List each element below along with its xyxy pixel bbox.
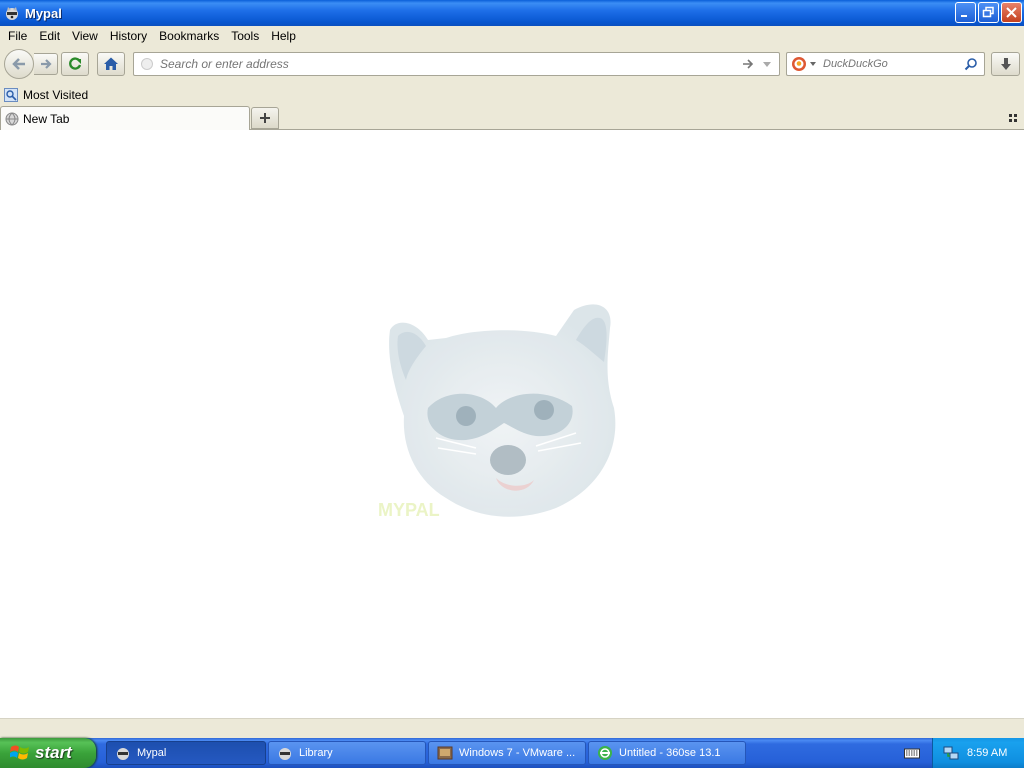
- back-arrow-icon: [12, 58, 25, 70]
- keyboard-icon[interactable]: [904, 746, 920, 760]
- network-icon[interactable]: [943, 745, 959, 761]
- tab-globe-icon: [5, 112, 19, 125]
- plus-icon: [260, 113, 270, 123]
- back-button[interactable]: [4, 49, 34, 79]
- taskbar-item-library[interactable]: Library: [268, 741, 426, 765]
- navigation-toolbar: [0, 46, 1024, 84]
- start-label: start: [35, 743, 72, 762]
- task-label: Windows 7 - VMware ...: [459, 747, 576, 759]
- forward-button[interactable]: [34, 53, 58, 75]
- bookmarks-toolbar: Most Visited: [0, 84, 1024, 105]
- task-label: Library: [299, 747, 333, 759]
- svg-text:MYPAL: MYPAL: [378, 500, 440, 520]
- taskbar-item-vmware[interactable]: Windows 7 - VMware ...: [428, 741, 586, 765]
- home-icon: [104, 57, 118, 70]
- engine-dropdown-icon[interactable]: [809, 60, 817, 68]
- window-title: Mypal: [25, 5, 62, 21]
- task-label: Untitled - 360se 13.1: [619, 747, 721, 759]
- page-identity-icon: [141, 58, 153, 70]
- address-bar[interactable]: [133, 52, 780, 76]
- menu-tools[interactable]: Tools: [227, 29, 267, 43]
- mypal-icon: [279, 748, 291, 760]
- tab-label: New Tab: [23, 111, 70, 126]
- downloads-button[interactable]: [991, 52, 1020, 76]
- dropdown-arrow-icon[interactable]: [761, 58, 773, 70]
- address-input[interactable]: [160, 57, 741, 71]
- go-arrow-icon[interactable]: [741, 57, 755, 71]
- forward-arrow-icon: [40, 59, 52, 69]
- windows-flag-icon: [10, 745, 29, 760]
- menu-bar: File Edit View History Bookmarks Tools H…: [0, 26, 1024, 46]
- mypal-raccoon-logo: MYPAL: [378, 304, 616, 520]
- minimize-icon: [961, 15, 967, 17]
- task-label: Mypal: [137, 747, 167, 759]
- menu-help[interactable]: Help: [267, 29, 304, 43]
- home-button[interactable]: [97, 52, 125, 76]
- 360se-icon: [598, 746, 612, 760]
- vmware-icon: [437, 746, 453, 760]
- page-content: MYPAL: [0, 130, 1024, 718]
- restore-icon: [982, 6, 994, 18]
- reload-button[interactable]: [61, 52, 89, 76]
- duckduckgo-icon[interactable]: [791, 56, 807, 72]
- close-button[interactable]: [1001, 2, 1022, 23]
- title-bar[interactable]: Mypal: [0, 0, 1024, 26]
- menu-edit[interactable]: Edit: [35, 29, 68, 43]
- bookmark-most-visited[interactable]: Most Visited: [23, 88, 88, 102]
- taskbar-item-mypal[interactable]: Mypal: [106, 741, 266, 765]
- status-bar: [0, 718, 1024, 738]
- new-tab-button[interactable]: [251, 107, 279, 129]
- restore-button[interactable]: [978, 2, 999, 23]
- minimize-button[interactable]: [955, 2, 976, 23]
- reload-icon: [69, 57, 82, 70]
- system-tray: 8:59 AM: [932, 738, 1024, 768]
- download-arrow-icon: [1000, 58, 1011, 70]
- menu-file[interactable]: File: [4, 29, 35, 43]
- menu-bookmarks[interactable]: Bookmarks: [155, 29, 227, 43]
- taskbar-item-360se[interactable]: Untitled - 360se 13.1: [588, 741, 746, 765]
- tab-bar: New Tab: [0, 105, 1024, 130]
- taskbar: start Mypal Library Windows 7 - VMware .…: [0, 738, 1024, 768]
- mypal-raccoon-icon: [6, 7, 18, 20]
- tab-new-tab[interactable]: New Tab: [0, 106, 250, 130]
- clock: 8:59 AM: [967, 747, 1008, 759]
- menu-history[interactable]: History: [106, 29, 155, 43]
- most-visited-icon: [4, 87, 18, 102]
- grid-icon: [1009, 114, 1017, 122]
- list-all-tabs-button[interactable]: [1006, 111, 1020, 125]
- start-button[interactable]: start: [0, 738, 96, 768]
- search-input[interactable]: [823, 58, 953, 70]
- search-icon[interactable]: [964, 57, 978, 71]
- search-bar[interactable]: [786, 52, 985, 76]
- menu-view[interactable]: View: [68, 29, 106, 43]
- close-icon: [1006, 7, 1017, 18]
- mypal-icon: [117, 748, 129, 760]
